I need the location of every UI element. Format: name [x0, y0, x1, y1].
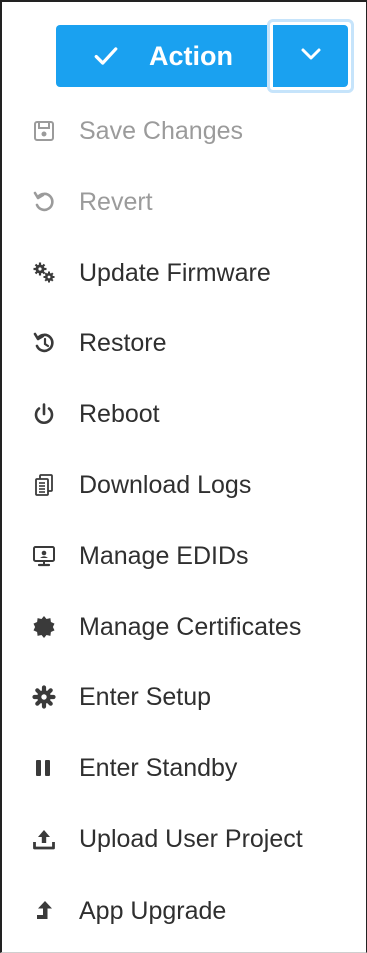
menu-item-save-changes[interactable]: Save Changes [32, 111, 243, 151]
menu-item-manage-edids[interactable]: Manage EDIDs [32, 536, 249, 576]
menu-item-label: Enter Standby [79, 753, 238, 782]
menu-item-app-upgrade[interactable]: App Upgrade [32, 891, 226, 931]
gear-icon [32, 685, 56, 709]
menu-item-upload-user-project[interactable]: Upload User Project [32, 819, 303, 859]
menu-item-label: Update Firmware [79, 258, 271, 287]
menu-item-manage-certificates[interactable]: Manage Certificates [32, 607, 301, 647]
action-button[interactable]: Action [56, 25, 270, 87]
monitor-icon [32, 544, 56, 568]
pause-icon [32, 756, 56, 780]
logs-icon [32, 473, 56, 497]
menu-item-enter-setup[interactable]: Enter Setup [32, 677, 211, 717]
upload-icon [32, 827, 56, 851]
action-menu-toggle[interactable] [267, 19, 354, 93]
menu-item-label: App Upgrade [79, 896, 227, 925]
menu-item-label: Manage Certificates [79, 612, 302, 641]
chevron-down-icon [299, 42, 323, 71]
save-icon [32, 119, 56, 143]
menu-item-label: Upload User Project [79, 824, 303, 853]
history-icon [32, 331, 56, 355]
menu-item-label: Reboot [79, 399, 160, 428]
menu-item-reboot[interactable]: Reboot [32, 394, 160, 434]
action-button-label: Action [149, 40, 233, 71]
upgrade-arrow-icon [32, 899, 56, 923]
menu-item-enter-standby[interactable]: Enter Standby [32, 748, 237, 788]
check-icon [93, 43, 119, 69]
menu-item-download-logs[interactable]: Download Logs [32, 465, 251, 505]
undo-icon [32, 190, 56, 214]
menu-item-restore[interactable]: Restore [32, 323, 167, 363]
menu-item-label: Save Changes [79, 116, 244, 145]
action-dropdown-panel: Action Save Changes Revert Update Firmwa… [0, 0, 367, 953]
certificate-icon [32, 615, 56, 639]
menu-item-label: Download Logs [79, 470, 252, 499]
menu-item-label: Manage EDIDs [79, 541, 249, 570]
power-icon [32, 402, 56, 426]
menu-item-revert[interactable]: Revert [32, 182, 153, 222]
gears-icon [32, 261, 56, 285]
menu-item-update-firmware[interactable]: Update Firmware [32, 253, 271, 293]
menu-item-label: Enter Setup [79, 682, 212, 711]
action-toolbar: Action [2, 0, 366, 93]
action-split-button: Action [56, 19, 354, 93]
menu-item-label: Restore [79, 328, 167, 357]
menu-item-label: Revert [79, 187, 153, 216]
